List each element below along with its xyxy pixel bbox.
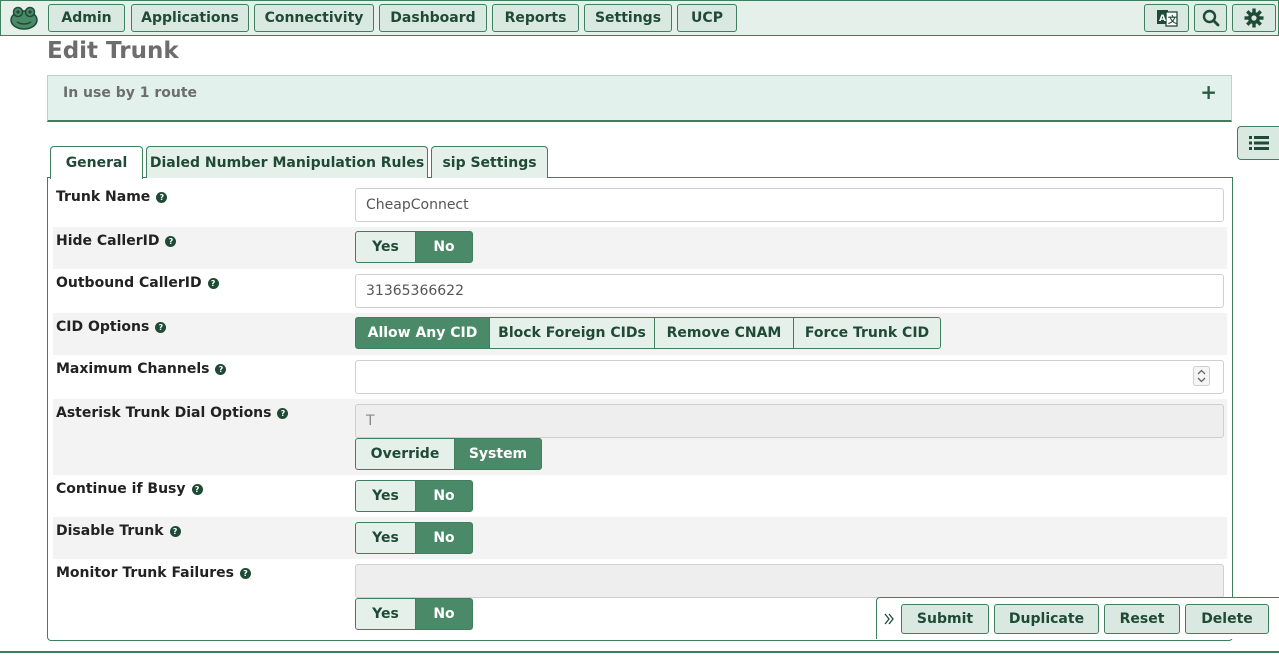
cid-force-trunk[interactable]: Force Trunk CID <box>793 317 941 349</box>
outbound-callerid-row: Outbound CallerID? 31365366622 <box>53 269 1227 313</box>
reset-button[interactable]: Reset <box>1104 604 1180 634</box>
max-channels-row: Maximum Channels? <box>53 355 1227 399</box>
nav-ucp[interactable]: UCP <box>677 4 737 32</box>
disable-trunk-no[interactable]: No <box>415 522 473 554</box>
cid-block-foreign[interactable]: Block Foreign CIDs <box>489 317 655 349</box>
monitor-failures-toggle: Yes No <box>355 598 473 630</box>
hide-callerid-toggle: Yes No <box>355 231 473 263</box>
monitor-failures-no[interactable]: No <box>415 598 473 630</box>
help-icon[interactable]: ? <box>207 277 219 289</box>
continue-if-busy-no[interactable]: No <box>415 480 473 512</box>
continue-if-busy-yes[interactable]: Yes <box>355 480 416 512</box>
outbound-callerid-input[interactable]: 31365366622 <box>355 274 1224 308</box>
continue-if-busy-toggle: Yes No <box>355 480 473 512</box>
search-icon <box>1202 9 1219 27</box>
max-channels-label: Maximum Channels? <box>56 361 227 377</box>
frog-logo-icon[interactable] <box>9 5 39 31</box>
cid-allow-any[interactable]: Allow Any CID <box>355 317 490 349</box>
settings-button[interactable] <box>1232 4 1276 32</box>
cid-options-group: Allow Any CID Block Foreign CIDs Remove … <box>355 317 941 349</box>
help-icon[interactable]: ? <box>239 567 251 579</box>
help-icon[interactable]: ? <box>155 321 167 333</box>
disable-trunk-label: Disable Trunk? <box>56 523 181 539</box>
disable-trunk-toggle: Yes No <box>355 522 473 554</box>
monitor-failures-input[interactable] <box>355 564 1224 598</box>
route-usage-text: In use by 1 route <box>63 85 198 101</box>
continue-if-busy-row: Continue if Busy? Yes No <box>53 475 1227 517</box>
tab-dialed-number-manipulation-rules[interactable]: Dialed Number Manipulation Rules <box>146 146 428 178</box>
disable-trunk-row: Disable Trunk? Yes No <box>53 517 1227 559</box>
help-icon[interactable]: ? <box>277 407 289 419</box>
action-bar: Submit Duplicate Reset Delete <box>876 597 1279 639</box>
dial-options-system[interactable]: System <box>454 438 542 470</box>
hide-callerid-yes[interactable]: Yes <box>355 231 416 263</box>
dial-options-row: Asterisk Trunk Dial Options? T Override … <box>53 399 1227 475</box>
expand-plus-icon[interactable]: + <box>1200 80 1217 104</box>
dial-options-label: Asterisk Trunk Dial Options? <box>56 405 289 421</box>
cid-options-label: CID Options? <box>56 319 167 335</box>
help-icon[interactable]: ? <box>169 525 181 537</box>
trunk-name-input[interactable]: CheapConnect <box>355 188 1224 222</box>
language-button[interactable]: A 文 <box>1144 4 1189 32</box>
svg-text:A: A <box>1159 14 1166 24</box>
cid-remove-cnam[interactable]: Remove CNAM <box>654 317 794 349</box>
nav-applications[interactable]: Applications <box>131 4 249 32</box>
hide-callerid-no[interactable]: No <box>415 231 473 263</box>
tab-sip-settings[interactable]: sip Settings <box>431 146 548 178</box>
translate-icon: A 文 <box>1156 10 1178 27</box>
nav-settings[interactable]: Settings <box>584 4 672 32</box>
nav-admin[interactable]: Admin <box>48 4 125 32</box>
hide-callerid-row: Hide CallerID? Yes No <box>53 227 1227 269</box>
bottom-divider <box>0 651 1279 653</box>
side-menu-toggle[interactable] <box>1237 126 1279 160</box>
dial-options-override[interactable]: Override <box>355 438 455 470</box>
tab-general[interactable]: General <box>50 146 143 179</box>
delete-button[interactable]: Delete <box>1185 604 1269 634</box>
number-stepper-icon[interactable] <box>1193 366 1210 386</box>
cid-options-row: CID Options? Allow Any CID Block Foreign… <box>53 313 1227 355</box>
help-icon[interactable]: ? <box>215 363 227 375</box>
route-usage-panel[interactable]: In use by 1 route + <box>47 75 1232 122</box>
page-title: Edit Trunk <box>47 38 179 64</box>
max-channels-input[interactable] <box>355 360 1224 394</box>
nav-connectivity[interactable]: Connectivity <box>254 4 374 32</box>
svg-text:文: 文 <box>1167 14 1178 26</box>
list-icon <box>1248 136 1269 150</box>
monitor-failures-label: Monitor Trunk Failures? <box>56 565 251 581</box>
gear-icon <box>1244 8 1264 28</box>
dial-options-input[interactable]: T <box>355 404 1224 438</box>
hide-callerid-label: Hide CallerID? <box>56 233 177 249</box>
search-button[interactable] <box>1194 4 1227 32</box>
trunk-name-label: Trunk Name? <box>56 189 168 205</box>
dial-options-toggle: Override System <box>355 438 542 470</box>
nav-reports[interactable]: Reports <box>492 4 579 32</box>
outbound-callerid-label: Outbound CallerID? <box>56 275 219 291</box>
monitor-failures-yes[interactable]: Yes <box>355 598 416 630</box>
top-navbar: Admin Applications Connectivity Dashboar… <box>0 0 1279 36</box>
duplicate-button[interactable]: Duplicate <box>994 604 1099 634</box>
nav-dashboard[interactable]: Dashboard <box>379 4 487 32</box>
collapse-chevron-icon[interactable] <box>884 613 894 625</box>
trunk-name-row: Trunk Name? CheapConnect <box>53 183 1227 227</box>
submit-button[interactable]: Submit <box>901 604 989 634</box>
help-icon[interactable]: ? <box>165 235 177 247</box>
help-icon[interactable]: ? <box>191 483 203 495</box>
disable-trunk-yes[interactable]: Yes <box>355 522 416 554</box>
help-icon[interactable]: ? <box>156 191 168 203</box>
continue-if-busy-label: Continue if Busy? <box>56 481 203 497</box>
